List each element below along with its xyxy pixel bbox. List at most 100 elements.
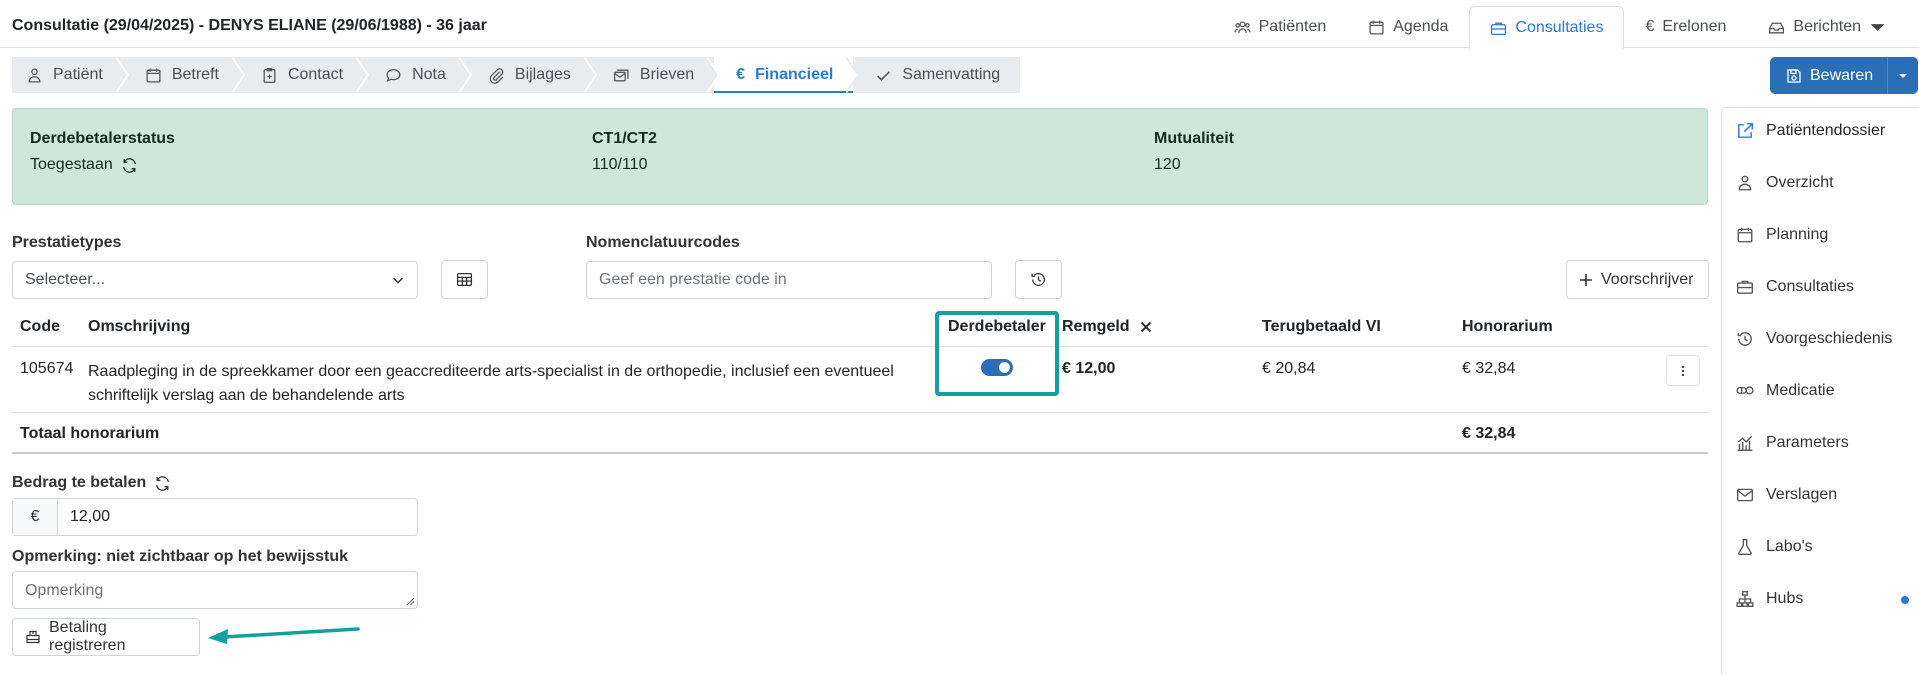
person-icon — [1736, 174, 1754, 192]
register-payment-button[interactable]: Betaling registreren — [12, 618, 200, 656]
col-omschrijving: Omschrijving — [88, 318, 191, 335]
paperclip-icon — [488, 67, 505, 84]
col-honorarium: Honorarium — [1462, 318, 1553, 335]
history-button[interactable] — [1015, 260, 1062, 299]
sidebar-item-labos[interactable]: Labo's — [1736, 538, 1813, 556]
nav-patienten[interactable]: Patiënten — [1213, 5, 1348, 48]
derdebetaler-status: Derdebetalerstatus Toegestaan — [30, 130, 175, 174]
kebab-menu-icon — [1681, 365, 1685, 377]
row-code: 105674 — [20, 360, 74, 377]
opmerking-textarea[interactable]: Opmerking — [12, 571, 418, 609]
flask-icon — [1736, 538, 1754, 556]
chevron-down-icon — [391, 273, 405, 287]
check-icon — [875, 67, 892, 84]
sidebar-item-consultaties[interactable]: Consultaties — [1736, 278, 1854, 296]
table-icon — [456, 271, 473, 288]
hubs-notification-dot — [1901, 596, 1909, 604]
sidebar-item-overzicht[interactable]: Overzicht — [1736, 174, 1834, 192]
calendar-icon — [1368, 19, 1385, 36]
nav-agenda[interactable]: Agenda — [1347, 5, 1469, 48]
prestatietypes-select[interactable]: Selecteer... — [12, 261, 418, 299]
amount-input-group: € 12,00 — [12, 498, 418, 536]
opmerking-label: Opmerking: niet zichtbaar op het bewijss… — [12, 548, 349, 565]
caret-down-icon — [1869, 19, 1886, 36]
envelope-icon — [1736, 486, 1754, 504]
annotation-arrow — [208, 627, 360, 644]
insurance-info-alert: Derdebetalerstatus Toegestaan CT1/CT2 11… — [12, 108, 1708, 205]
table-header-divider — [12, 346, 1708, 347]
save-button-group: Bewaren — [1770, 57, 1919, 94]
table-view-button[interactable] — [441, 260, 488, 299]
mail-stack-icon — [613, 67, 630, 84]
refresh-icon[interactable] — [154, 475, 171, 492]
calendar-icon — [1736, 226, 1754, 244]
top-nav: Patiënten Agenda Consultaties € Erelonen… — [1213, 5, 1907, 49]
side-panel: Patiëntendossier Overzicht Planning Cons… — [1721, 107, 1919, 675]
row-terugbetaald: € 20,84 — [1262, 360, 1316, 377]
nav-berichten[interactable]: Berichten — [1747, 5, 1907, 48]
nav-consultaties[interactable]: Consultaties — [1469, 6, 1625, 49]
top-bar: Consultatie (29/04/2025) - DENYS ELIANE … — [0, 0, 1919, 49]
euro-icon: € — [736, 66, 746, 83]
sidebar-item-parameters[interactable]: Parameters — [1736, 434, 1849, 452]
consultation-tabs: Patiënt Betreft Contact Nota Bijlages Br… — [12, 57, 1021, 93]
add-voorschrijver-button[interactable]: Voorschrijver — [1566, 260, 1709, 299]
col-remgeld: Remgeld — [1062, 318, 1152, 336]
tab-betreft[interactable]: Betreft — [123, 57, 246, 93]
total-value: € 32,84 — [1462, 425, 1516, 442]
nomenclatuur-input[interactable]: Geef een prestatie code in — [586, 261, 992, 299]
chat-icon — [385, 67, 402, 84]
save-button[interactable]: Bewaren — [1770, 57, 1889, 94]
tab-financieel[interactable]: € Financieel — [714, 57, 860, 93]
bedrag-label: Bedrag te betalen — [12, 474, 171, 492]
row-remgeld: € 12,00 — [1062, 360, 1116, 377]
euro-icon: € — [1645, 18, 1655, 35]
clipboard-plus-icon — [261, 67, 278, 84]
sidebar-item-voorgeschiedenis[interactable]: Voorgeschiedenis — [1736, 330, 1892, 348]
mutualiteit: Mutualiteit 120 — [1154, 130, 1234, 173]
tab-contact[interactable]: Contact — [239, 57, 370, 93]
ct-codes: CT1/CT2 110/110 — [592, 130, 657, 173]
pills-icon — [1736, 382, 1754, 400]
sidebar-item-verslagen[interactable]: Verslagen — [1736, 486, 1837, 504]
inbox-icon — [1768, 19, 1785, 36]
resize-handle-icon[interactable] — [405, 596, 415, 606]
col-code: Code — [20, 318, 60, 335]
tab-samenvatting[interactable]: Samenvatting — [853, 57, 1020, 93]
plus-icon — [1579, 273, 1593, 287]
caret-down-icon — [1898, 71, 1908, 81]
save-dropdown-toggle[interactable] — [1888, 57, 1918, 94]
sidebar-item-hubs[interactable]: Hubs — [1736, 590, 1803, 608]
refresh-icon[interactable] — [121, 157, 138, 174]
sidebar-item-patientendossier[interactable]: Patiëntendossier — [1736, 122, 1885, 140]
history-icon — [1736, 330, 1754, 348]
briefcase-icon — [1490, 20, 1507, 37]
sidebar-item-planning[interactable]: Planning — [1736, 226, 1828, 244]
row-honorarium: € 32,84 — [1462, 360, 1516, 377]
row-omschrijving: Raadpleging in de spreekkamer door een g… — [88, 363, 894, 404]
external-link-icon — [1736, 122, 1754, 140]
row-actions-button[interactable] — [1666, 355, 1700, 386]
cash-register-icon — [25, 629, 41, 645]
currency-prefix: € — [13, 499, 58, 535]
person-icon — [26, 67, 43, 84]
calendar-icon — [145, 67, 162, 84]
network-icon — [1736, 590, 1754, 608]
sidebar-item-medicatie[interactable]: Medicatie — [1736, 382, 1834, 400]
close-icon[interactable] — [1140, 321, 1152, 333]
tab-bijlages[interactable]: Bijlages — [466, 57, 598, 93]
tab-brieven[interactable]: Brieven — [591, 57, 721, 93]
tab-patient[interactable]: Patiënt — [12, 57, 130, 93]
page-title: Consultatie (29/04/2025) - DENYS ELIANE … — [12, 17, 487, 34]
derdebetaler-highlight-box — [935, 311, 1059, 396]
tab-nota[interactable]: Nota — [363, 57, 473, 93]
chart-icon — [1736, 434, 1754, 452]
nomenclatuur-label: Nomenclatuurcodes — [586, 234, 740, 251]
total-label: Totaal honorarium — [20, 425, 160, 442]
row-divider — [12, 412, 1708, 413]
amount-input[interactable]: 12,00 — [58, 499, 110, 535]
nav-erelonen[interactable]: € Erelonen — [1624, 5, 1747, 48]
prestatietypes-label: Prestatietypes — [12, 234, 122, 251]
col-terugbetaald: Terugbetaald VI — [1262, 318, 1381, 335]
briefcase-icon — [1736, 278, 1754, 296]
